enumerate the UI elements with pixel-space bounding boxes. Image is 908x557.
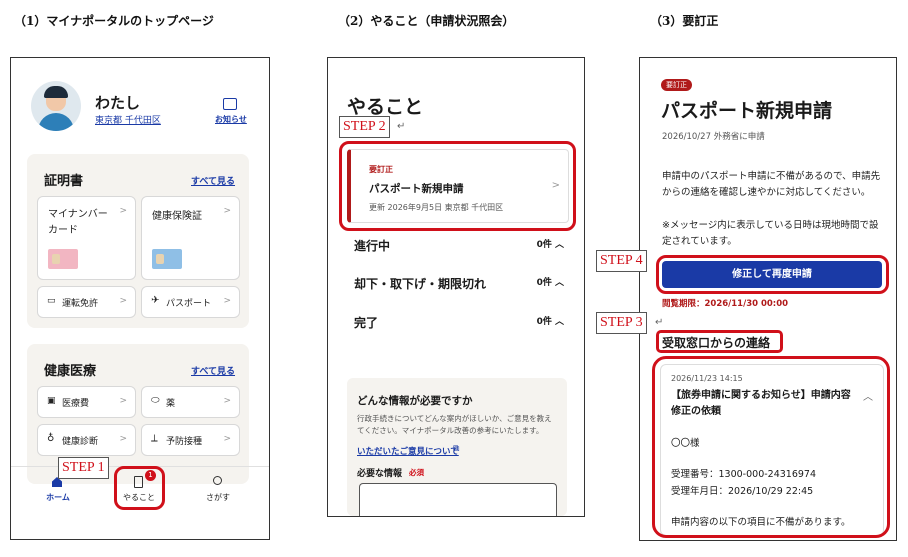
step3-label: STEP 3 — [596, 312, 647, 334]
syringe-icon: ⟂ — [151, 433, 158, 444]
row-rejected[interactable]: 却下・取下げ・期限切れ 0件 ︿ — [354, 275, 564, 292]
chevron-right-icon: > — [223, 434, 231, 444]
chevron-up-icon: ︿ — [554, 278, 564, 288]
row-completed-label: 完了 — [354, 316, 379, 330]
view-deadline: 閲覧期限：2026/11/30 00:00 — [662, 299, 789, 309]
step3-heading-highlight — [656, 330, 783, 353]
feedback-section: どんな情報が必要ですか 行政手続きについてどんな案内がほしいか、ご意見を教えてく… — [347, 378, 567, 516]
health-insurance-tile[interactable]: 健康保険証 > — [141, 196, 240, 280]
search-icon[interactable] — [213, 476, 222, 485]
external-link-icon: ⧉ — [453, 444, 460, 454]
row-in-progress-label: 進行中 — [354, 239, 391, 253]
step1-label: STEP 1 — [58, 457, 109, 479]
feedback-title: どんな情報が必要ですか — [357, 395, 473, 407]
drivers-license-label: 運転免許 — [62, 299, 99, 309]
receipt-icon: ▣ — [47, 396, 56, 406]
medicine-tile[interactable]: ⬭ 薬 > — [141, 386, 240, 418]
medicine-label: 薬 — [166, 399, 176, 409]
row-completed[interactable]: 完了 0件 ︿ — [354, 314, 564, 331]
chevron-right-icon: > — [223, 206, 231, 216]
step1-highlight — [114, 466, 165, 510]
health-title: 健康医療 — [44, 364, 97, 379]
medical-costs-label: 医療費 — [62, 399, 90, 409]
feedback-textarea[interactable] — [359, 483, 557, 516]
feedback-link[interactable]: いただいたご意見について — [357, 445, 459, 457]
application-title: パスポート新規申請 — [661, 100, 833, 122]
timezone-note: ※メッセージ内に表示している日時は現地時間で設定されています。 — [662, 220, 879, 247]
step4-label: STEP 4 — [596, 250, 647, 272]
step4-highlight — [656, 255, 889, 294]
airplane-icon: ✈ — [151, 295, 160, 306]
row-completed-count: 0件 — [536, 317, 552, 327]
chevron-right-icon: > — [223, 296, 231, 306]
insurance-card-icon — [152, 249, 182, 269]
step3-message-highlight — [652, 356, 890, 538]
mynumber-card-label: マイナンバーカード — [48, 209, 108, 236]
required-badge: 必須 — [409, 468, 424, 477]
feedback-field-label: 必要な情報 — [357, 469, 403, 479]
health-checkup-label: 健康診断 — [62, 437, 99, 447]
avatar — [31, 81, 81, 131]
mynumber-card-icon — [48, 249, 78, 269]
car-icon: ▭ — [47, 296, 56, 306]
passport-label: パスポート — [166, 299, 212, 309]
passport-tile[interactable]: ✈ パスポート > — [141, 286, 240, 318]
user-name: わたし — [95, 94, 141, 112]
step2-label: STEP 2 — [339, 116, 390, 138]
certificates-title: 証明書 — [44, 174, 84, 189]
application-subtitle: 2026/10/27 外務省に申請 — [662, 132, 765, 142]
vaccination-tile[interactable]: ⟂ 予防接種 > — [141, 424, 240, 456]
drivers-license-tile[interactable]: ▭ 運転免許 > — [37, 286, 136, 318]
row-in-progress[interactable]: 進行中 0件 ︿ — [354, 237, 564, 254]
certificates-see-all-link[interactable]: すべて見る — [191, 174, 235, 187]
chevron-right-icon: > — [119, 396, 127, 406]
caption-correction: （3）要訂正 — [650, 14, 719, 28]
feedback-body: 行政手続きについてどんな案内がほしいか、ご意見を教えてください。マイナポータル改… — [357, 414, 552, 435]
health-checkup-tile[interactable]: ♁ 健康診断 > — [37, 424, 136, 456]
chevron-right-icon: > — [119, 434, 127, 444]
medical-costs-tile[interactable]: ▣ 医療費 > — [37, 386, 136, 418]
caption-todo: （2）やること（申請状況照会） — [338, 14, 515, 28]
step2-highlight — [339, 141, 576, 231]
user-location-link[interactable]: 東京都 千代田区 — [95, 113, 161, 126]
mynumber-card-tile[interactable]: マイナンバーカード > — [37, 196, 136, 280]
notice-link[interactable]: お知らせ — [215, 114, 247, 125]
chevron-right-icon: > — [119, 206, 127, 216]
chevron-right-icon: > — [223, 396, 231, 406]
chevron-up-icon: ︿ — [554, 317, 564, 327]
pill-icon: ⬭ — [151, 395, 160, 406]
row-rejected-count: 0件 — [536, 278, 552, 288]
health-see-all-link[interactable]: すべて見る — [191, 364, 235, 377]
notice-icon[interactable] — [223, 98, 237, 110]
nav-search-label[interactable]: さがす — [193, 492, 243, 503]
health-insurance-label: 健康保険証 — [152, 211, 202, 222]
row-in-progress-count: 0件 — [536, 240, 552, 250]
chevron-up-icon: ︿ — [554, 240, 564, 250]
caption-top-page: （1）マイナポータルのトップページ — [14, 14, 214, 28]
correction-description: 申請中のパスポート申請に不備があるので、申請先からの連絡を確認し速やかに対応して… — [662, 171, 881, 198]
row-rejected-label: 却下・取下げ・期限切れ — [354, 277, 487, 291]
nav-home-label[interactable]: ホーム — [33, 492, 83, 503]
stethoscope-icon: ♁ — [47, 433, 55, 444]
status-badge: 要訂正 — [661, 79, 692, 91]
vaccination-label: 予防接種 — [166, 437, 203, 447]
todo-page-title: やること — [347, 96, 424, 118]
chevron-right-icon: > — [119, 296, 127, 306]
